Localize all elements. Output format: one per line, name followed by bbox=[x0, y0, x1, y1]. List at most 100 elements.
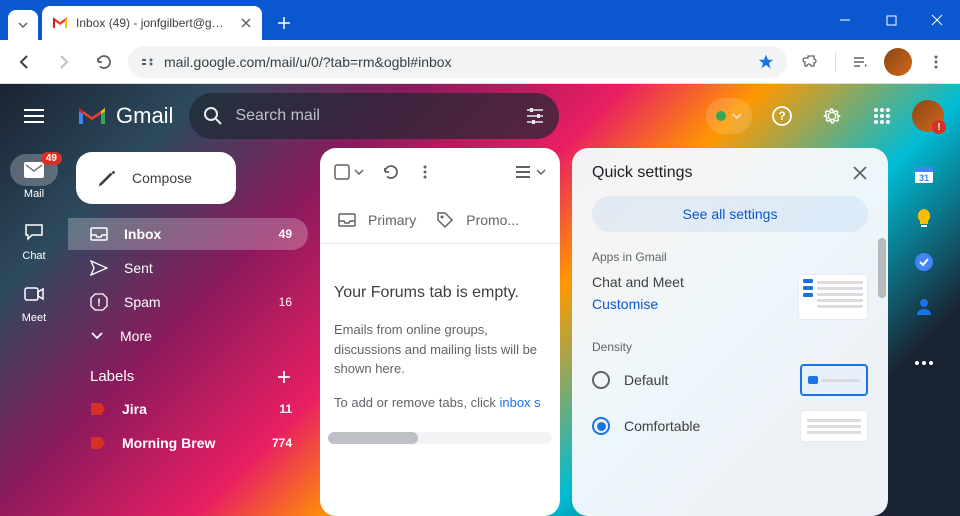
more-actions-button[interactable] bbox=[418, 165, 432, 179]
apps-row: Chat and Meet Customise bbox=[592, 274, 868, 320]
nav-spam[interactable]: ! Spam 16 bbox=[68, 286, 308, 318]
close-icon bbox=[931, 14, 943, 26]
settings-title: Quick settings bbox=[592, 164, 692, 182]
density-default-option[interactable]: Default bbox=[592, 364, 868, 396]
status-chip[interactable] bbox=[706, 98, 752, 134]
svg-text:!: ! bbox=[97, 297, 101, 309]
empty-state: Your Forums tab is empty. Emails from on… bbox=[320, 244, 560, 424]
plus-icon bbox=[277, 16, 291, 30]
quick-settings-panel: Quick settings See all settings Apps in … bbox=[572, 148, 888, 516]
rail-label-chat: Chat bbox=[22, 250, 45, 262]
density-comfortable-option[interactable]: Comfortable bbox=[592, 410, 868, 442]
extensions-button[interactable] bbox=[795, 46, 827, 78]
side-panel-rail: 31 bbox=[900, 148, 948, 516]
nav-more-label: More bbox=[120, 328, 152, 344]
keep-addon-button[interactable] bbox=[914, 208, 934, 228]
tab-primary-label: Primary bbox=[368, 212, 416, 228]
mail-badge: 49 bbox=[41, 152, 62, 165]
label-jira[interactable]: Jira 11 bbox=[68, 393, 308, 425]
chevron-down-icon bbox=[732, 113, 742, 119]
tab-close-button[interactable] bbox=[240, 17, 252, 29]
label-morning-brew[interactable]: Morning Brew 774 bbox=[68, 427, 308, 459]
gmail-logo-text: Gmail bbox=[116, 103, 173, 129]
window-controls bbox=[822, 0, 960, 40]
browser-menu-button[interactable] bbox=[920, 46, 952, 78]
search-options-button[interactable] bbox=[525, 107, 545, 125]
gmail-main: Gmail ? Compose bbox=[68, 84, 960, 516]
browser-tab[interactable]: Inbox (49) - jonfgilbert@gmail. bbox=[42, 6, 262, 40]
calendar-addon-button[interactable]: 31 bbox=[914, 164, 934, 184]
apps-preview bbox=[798, 274, 868, 320]
see-all-settings-button[interactable]: See all settings bbox=[592, 196, 868, 232]
search-input[interactable] bbox=[235, 107, 513, 125]
keep-icon bbox=[914, 208, 934, 228]
gmail-body: Compose Inbox 49 Sent ! Spam 16 bbox=[68, 148, 960, 516]
status-active-icon bbox=[716, 111, 726, 121]
apps-section-label: Apps in Gmail bbox=[592, 250, 868, 264]
close-window-button[interactable] bbox=[914, 0, 960, 40]
search-box[interactable] bbox=[189, 93, 559, 139]
minimize-button[interactable] bbox=[822, 0, 868, 40]
settings-close-button[interactable] bbox=[852, 165, 868, 181]
checkbox-icon bbox=[334, 164, 350, 180]
bookmark-button[interactable] bbox=[757, 53, 775, 71]
inbox-settings-link[interactable]: inbox s bbox=[499, 395, 540, 410]
customise-link[interactable]: Customise bbox=[592, 296, 684, 312]
split-pane-button[interactable] bbox=[514, 165, 546, 179]
settings-scrollbar[interactable] bbox=[878, 238, 886, 298]
rail-item-chat[interactable]: Chat bbox=[6, 210, 62, 268]
forward-button[interactable] bbox=[48, 46, 80, 78]
maximize-icon bbox=[886, 15, 897, 26]
support-button[interactable]: ? bbox=[762, 96, 802, 136]
site-settings-icon[interactable] bbox=[140, 54, 156, 70]
empty-description: Emails from online groups, discussions a… bbox=[334, 320, 546, 379]
main-menu-button[interactable] bbox=[14, 96, 54, 136]
radio-checked-icon bbox=[592, 417, 610, 435]
tab-promotions[interactable]: Promo... bbox=[426, 196, 529, 243]
maximize-button[interactable] bbox=[868, 0, 914, 40]
scrollbar-thumb[interactable] bbox=[328, 432, 418, 444]
rail-item-meet[interactable]: Meet bbox=[6, 272, 62, 330]
gmail-logo[interactable]: Gmail bbox=[76, 103, 173, 129]
back-button[interactable] bbox=[8, 46, 40, 78]
minimize-icon bbox=[839, 14, 851, 26]
side-panel-more-button[interactable] bbox=[914, 360, 934, 366]
horizontal-scrollbar[interactable] bbox=[328, 432, 552, 444]
density-default-label: Default bbox=[624, 372, 668, 388]
nav-more[interactable]: More bbox=[68, 320, 308, 352]
refresh-button[interactable] bbox=[382, 163, 400, 181]
gmail-app: 49 Mail Chat Meet Gmail bbox=[0, 84, 960, 516]
mail-toolbar bbox=[320, 148, 560, 196]
media-control-button[interactable] bbox=[844, 46, 876, 78]
new-tab-button[interactable] bbox=[270, 9, 298, 37]
tasks-addon-button[interactable] bbox=[914, 252, 934, 272]
contacts-addon-button[interactable] bbox=[914, 296, 934, 316]
apps-grid-icon bbox=[873, 107, 891, 125]
density-section-label: Density bbox=[592, 340, 868, 354]
separator bbox=[835, 52, 836, 72]
tasks-icon bbox=[914, 252, 934, 272]
radio-unchecked-icon bbox=[592, 371, 610, 389]
pencil-icon bbox=[96, 167, 118, 189]
settings-button[interactable] bbox=[812, 96, 852, 136]
nav-spam-count: 16 bbox=[279, 295, 292, 309]
reload-button[interactable] bbox=[88, 46, 120, 78]
calendar-icon: 31 bbox=[914, 164, 934, 184]
label-icon bbox=[90, 402, 106, 416]
nav-inbox[interactable]: Inbox 49 bbox=[68, 218, 308, 250]
compose-button[interactable]: Compose bbox=[76, 152, 236, 204]
inbox-icon bbox=[338, 213, 356, 227]
add-label-button[interactable] bbox=[276, 369, 292, 385]
browser-profile-avatar[interactable] bbox=[884, 48, 912, 76]
url-box[interactable]: mail.google.com/mail/u/0/?tab=rm&ogbl#in… bbox=[128, 46, 787, 78]
tab-primary[interactable]: Primary bbox=[328, 196, 426, 243]
label-mb-count: 774 bbox=[272, 436, 292, 450]
puzzle-icon bbox=[802, 53, 820, 71]
nav-sent[interactable]: Sent bbox=[68, 252, 308, 284]
apps-button[interactable] bbox=[862, 96, 902, 136]
select-all-checkbox[interactable] bbox=[334, 164, 364, 180]
gmail-header: Gmail ? bbox=[68, 84, 960, 148]
account-avatar[interactable] bbox=[912, 100, 944, 132]
tab-search-button[interactable] bbox=[8, 10, 38, 40]
rail-item-mail[interactable]: 49 Mail bbox=[6, 148, 62, 206]
